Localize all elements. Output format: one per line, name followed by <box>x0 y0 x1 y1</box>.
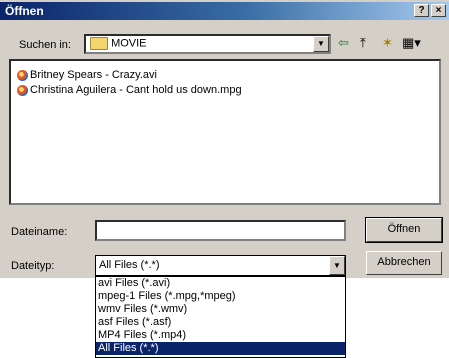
view-menu-icon[interactable]: ▦▾ <box>402 35 421 51</box>
filetype-option[interactable]: avi Files (*.avi) <box>96 277 345 290</box>
chevron-down-icon[interactable]: ▼ <box>313 36 329 52</box>
lookin-combobox[interactable]: MOVIE ▼ <box>84 34 331 54</box>
help-button[interactable]: ? <box>414 4 429 17</box>
lookin-label: Suchen in: <box>19 39 71 51</box>
filetype-option[interactable]: mpeg-1 Files (*.mpg,*mpeg) <box>96 290 345 303</box>
filetype-option[interactable]: wmv Files (*.wmv) <box>96 303 345 316</box>
open-file-dialog: Öffnen ? × Suchen in: MOVIE ▼ ⇦ ⤒ ✶ ▦▾ B… <box>0 0 449 278</box>
chevron-down-icon[interactable]: ▼ <box>329 256 345 275</box>
close-button[interactable]: × <box>431 4 446 17</box>
lookin-folder-value: MOVIE <box>111 37 147 50</box>
filetype-value: All Files (*.*) <box>99 259 160 271</box>
title-bar[interactable]: Öffnen ? × <box>0 2 449 20</box>
filename-input[interactable] <box>95 220 346 241</box>
filetype-select[interactable]: All Files (*.*) ▼ <box>95 255 346 276</box>
back-icon[interactable]: ⇦ <box>338 35 349 51</box>
cancel-button[interactable]: Abbrechen <box>366 251 442 275</box>
list-item[interactable]: Christina Aguilera - Cant hold us down.m… <box>17 83 242 97</box>
dialog-title: Öffnen <box>5 4 44 18</box>
filetype-option-selected[interactable]: All Files (*.*) <box>96 342 345 355</box>
up-folder-icon[interactable]: ⤒ <box>360 35 366 51</box>
open-button[interactable]: Öffnen <box>365 217 443 243</box>
filetype-label: Dateityp: <box>11 260 55 272</box>
new-folder-icon[interactable]: ✶ <box>382 35 393 51</box>
list-item[interactable]: Britney Spears - Crazy.avi <box>17 68 157 82</box>
filetype-option[interactable]: asf Files (*.asf) <box>96 316 345 329</box>
filetype-options-list[interactable]: avi Files (*.avi) mpeg-1 Files (*.mpg,*m… <box>95 276 346 358</box>
file-list[interactable]: Britney Spears - Crazy.avi Christina Agu… <box>9 59 441 205</box>
media-file-icon <box>17 69 28 81</box>
filename-label: Dateiname: <box>11 226 68 238</box>
filetype-option[interactable]: MP4 Files (*.mp4) <box>96 329 345 342</box>
folder-icon <box>90 37 108 50</box>
media-file-icon <box>17 84 28 96</box>
